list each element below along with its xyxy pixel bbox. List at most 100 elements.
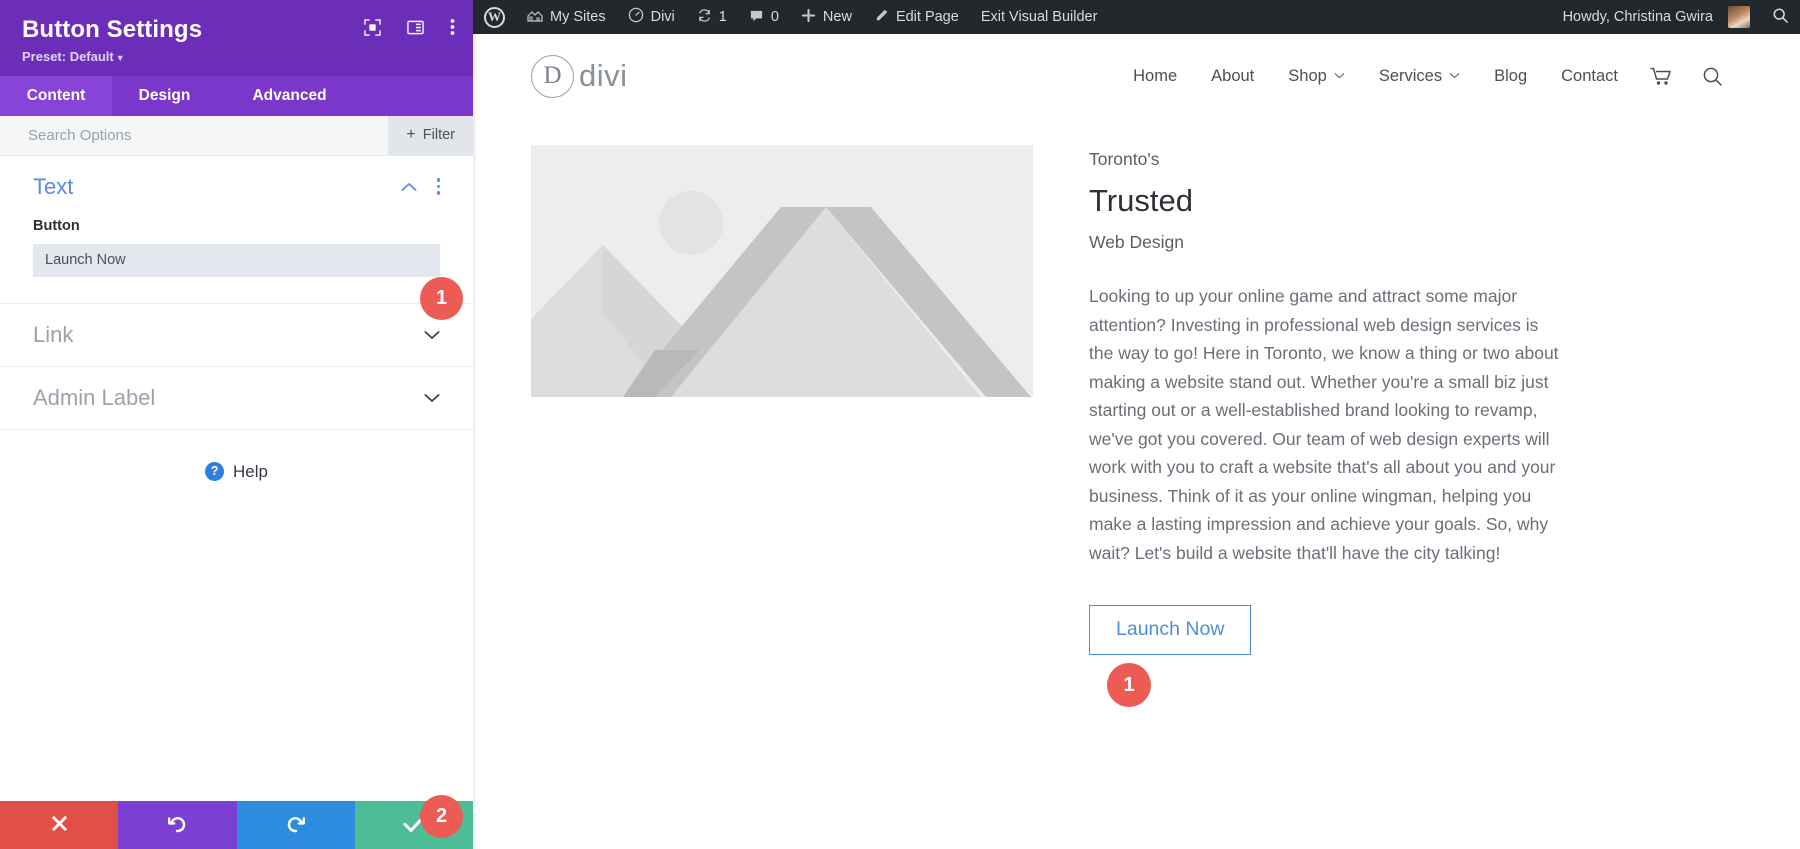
admin-bar-my-sites[interactable]: My Sites [516,0,617,34]
button-text-field-wrap: Button [33,218,440,303]
divi-logo-icon: D [531,54,574,98]
button-text-input[interactable] [33,243,440,277]
settings-preset-selector[interactable]: Preset: Default ▼ [22,49,451,64]
section-text-controls [401,178,440,195]
site-header: D divi Home About Shop Services Blog Con… [473,34,1800,118]
site-logo-text: divi [579,58,628,93]
section-admin-label-title: Admin Label [33,384,156,410]
body-paragraph: Looking to up your online game and attra… [1089,286,1559,563]
nav-item-shop-label: Shop [1288,66,1327,85]
plus-icon: + [406,126,416,144]
updates-icon [697,8,712,27]
nav-item-services[interactable]: Services [1362,67,1477,86]
site-logo[interactable]: D divi [531,54,628,98]
button-text-field-label: Button [33,217,80,234]
admin-bar-account[interactable]: Howdy, Christina Gwira [1552,0,1761,34]
visual-builder-canvas-area: W My Sites Divi 1 0 New Edit Page Exit V… [473,0,1800,849]
section-link-controls [424,330,440,340]
admin-bar-exit-label: Exit Visual Builder [980,9,1098,25]
nav-item-blog-label: Blog [1494,66,1528,85]
chevron-down-icon [1449,71,1460,82]
search-icon[interactable] [1687,66,1738,87]
nav-item-contact[interactable]: Contact [1544,67,1635,86]
panel-layout-icon[interactable] [407,19,424,41]
settings-panel-header: Button Settings Preset: Default ▼ [0,0,473,76]
image-placeholder-mountains[interactable] [531,145,1033,397]
admin-bar-exit-visual-builder[interactable]: Exit Visual Builder [970,0,1109,34]
page-title: Trusted [1089,183,1193,218]
search-options-row: + Filter [0,115,473,156]
wp-logo-button[interactable]: W [473,0,516,34]
section-text-kebab-menu-icon[interactable] [436,178,440,195]
section-admin-label: Admin Label [0,367,473,430]
search-icon [1772,7,1789,28]
focus-icon[interactable] [364,18,381,41]
admin-bar-search-button[interactable] [1761,0,1800,34]
annotation-badge-2-save: 2 [420,795,463,838]
column-left [531,145,1033,655]
kebab-menu-icon[interactable] [450,18,455,41]
settings-panel-body: Text Button Link [0,155,473,801]
nav-item-shop[interactable]: Shop [1271,67,1362,86]
wordpress-admin-bar: W My Sites Divi 1 0 New Edit Page Exit V… [473,0,1800,34]
redo-arrow-icon [286,814,306,837]
tab-advanced[interactable]: Advanced [217,76,362,116]
pencil-icon [874,8,889,27]
admin-bar-new-label: New [822,9,852,25]
nav-item-contact-label: Contact [1561,66,1618,85]
cancel-button[interactable] [0,801,119,849]
divi-dashboard-icon [628,7,644,27]
chevron-up-icon[interactable] [401,182,417,192]
module-settings-panel: Button Settings Preset: Default ▼ Content… [0,0,473,849]
section-link: Link [0,304,473,367]
filter-button[interactable]: + Filter [388,115,473,155]
nav-item-about[interactable]: About [1194,67,1271,86]
close-x-icon [50,814,69,836]
chevron-down-icon[interactable] [424,393,440,403]
admin-bar-updates[interactable]: 1 [686,0,738,34]
admin-bar-comments[interactable]: 0 [738,0,790,34]
nav-item-home-label: Home [1133,66,1178,85]
section-text: Text Button [0,156,473,304]
help-link[interactable]: ? Help [0,430,473,482]
nav-item-blog[interactable]: Blog [1477,67,1544,86]
section-admin-label-header[interactable]: Admin Label [33,367,440,429]
launch-now-button[interactable]: Launch Now [1089,605,1252,655]
search-input[interactable] [0,115,389,155]
plus-icon [801,8,816,27]
cart-icon[interactable] [1635,67,1687,86]
admin-bar-edit-page-label: Edit Page [895,9,959,25]
help-question-icon: ? [205,462,225,482]
admin-bar-my-sites-label: My Sites [550,9,606,25]
chevron-down-icon [1334,71,1345,82]
annotation-badge-1-canvas: 1 [1107,663,1151,707]
section-link-header[interactable]: Link [33,304,440,366]
wordpress-logo-icon: W [484,6,505,28]
section-text-header[interactable]: Text [33,156,440,218]
sub-heading-text: Web Design [1089,232,1185,253]
section-text-title: Text [33,173,74,199]
admin-bar-updates-count: 1 [718,9,727,25]
column-right: Toronto's Trusted Web Design Looking to … [1089,145,1742,655]
section-link-title: Link [33,321,74,347]
admin-bar-divi-label: Divi [650,9,675,25]
sites-icon [527,7,543,27]
site-navigation: Home About Shop Services Blog Contact [1116,66,1738,87]
admin-bar-edit-page[interactable]: Edit Page [863,0,970,34]
undo-arrow-icon [167,814,187,837]
nav-item-home[interactable]: Home [1116,67,1194,86]
settings-preset-label: Preset: Default [22,48,114,64]
undo-button[interactable] [118,801,237,849]
help-link-label: Help [233,461,268,481]
admin-bar-comments-count: 0 [770,9,779,25]
chevron-down-icon: ▼ [115,52,125,63]
chevron-down-icon[interactable] [424,330,440,340]
admin-bar-new[interactable]: New [790,0,863,34]
admin-bar-divi[interactable]: Divi [617,0,686,34]
filter-button-label: Filter [422,127,455,144]
tab-content[interactable]: Content [0,75,112,116]
redo-button[interactable] [236,801,355,849]
pre-heading-text: Toronto's [1089,149,1160,169]
settings-action-bar [0,801,473,849]
tab-design[interactable]: Design [112,76,217,116]
